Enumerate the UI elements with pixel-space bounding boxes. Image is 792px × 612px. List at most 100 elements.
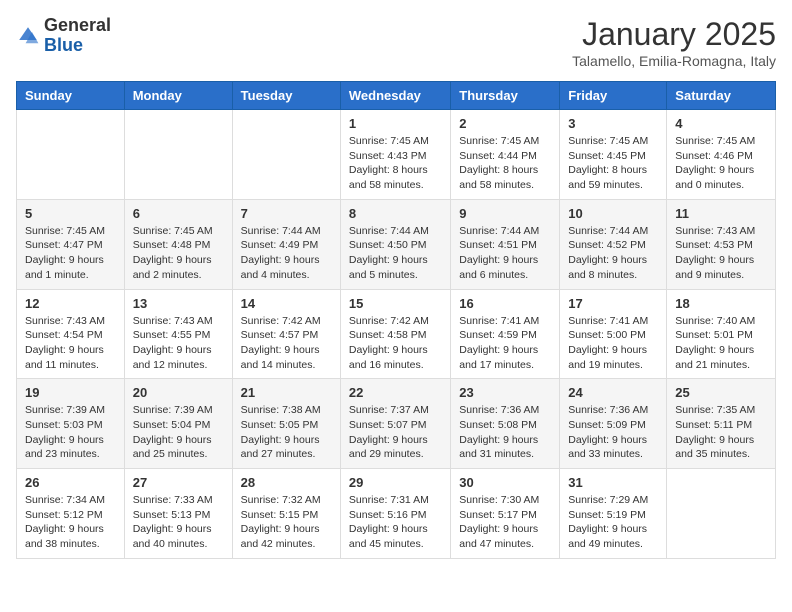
calendar-cell: 20 Sunrise: 7:39 AM Sunset: 5:04 PM Dayli…: [124, 379, 232, 469]
day-info: Sunrise: 7:37 AM Sunset: 5:07 PM Dayligh…: [349, 403, 442, 462]
day-number: 2: [459, 116, 551, 131]
calendar-cell: 31 Sunrise: 7:29 AM Sunset: 5:19 PM Dayli…: [560, 469, 667, 559]
calendar-cell: [232, 110, 340, 200]
day-number: 16: [459, 296, 551, 311]
calendar-cell: 10 Sunrise: 7:44 AM Sunset: 4:52 PM Dayli…: [560, 199, 667, 289]
day-number: 23: [459, 385, 551, 400]
calendar-cell: 13 Sunrise: 7:43 AM Sunset: 4:55 PM Dayli…: [124, 289, 232, 379]
day-info: Sunrise: 7:34 AM Sunset: 5:12 PM Dayligh…: [25, 493, 116, 552]
weekday-header-wednesday: Wednesday: [340, 82, 450, 110]
day-info: Sunrise: 7:30 AM Sunset: 5:17 PM Dayligh…: [459, 493, 551, 552]
calendar-cell: 25Sunrise: 7:35 AM Sunset: 5:11 PM Dayli…: [667, 379, 776, 469]
day-number: 22: [349, 385, 442, 400]
day-number: 20: [133, 385, 224, 400]
day-info: Sunrise: 7:42 AM Sunset: 4:57 PM Dayligh…: [241, 314, 332, 373]
calendar-cell: 18 Sunrise: 7:40 AM Sunset: 5:01 PM Dayli…: [667, 289, 776, 379]
calendar-cell: 17 Sunrise: 7:41 AM Sunset: 5:00 PM Dayli…: [560, 289, 667, 379]
day-info: Sunrise: 7:40 AM Sunset: 5:01 PM Dayligh…: [675, 314, 767, 373]
calendar-cell: 21 Sunrise: 7:38 AM Sunset: 5:05 PM Dayli…: [232, 379, 340, 469]
calendar-cell: 23 Sunrise: 7:36 AM Sunset: 5:08 PM Dayli…: [451, 379, 560, 469]
location-title: Talamello, Emilia-Romagna, Italy: [572, 53, 776, 69]
weekday-header-monday: Monday: [124, 82, 232, 110]
calendar-cell: 3Sunrise: 7:45 AM Sunset: 4:45 PM Daylig…: [560, 110, 667, 200]
day-info: Sunrise: 7:33 AM Sunset: 5:13 PM Dayligh…: [133, 493, 224, 552]
calendar-cell: 26 Sunrise: 7:34 AM Sunset: 5:12 PM Dayli…: [17, 469, 125, 559]
calendar-cell: 24 Sunrise: 7:36 AM Sunset: 5:09 PM Dayli…: [560, 379, 667, 469]
day-number: 9: [459, 206, 551, 221]
calendar-week-1: 1 Sunrise: 7:45 AM Sunset: 4:43 PM Daylig…: [17, 110, 776, 200]
weekday-header-thursday: Thursday: [451, 82, 560, 110]
calendar-cell: 14Sunrise: 7:42 AM Sunset: 4:57 PM Dayli…: [232, 289, 340, 379]
calendar-cell: 1 Sunrise: 7:45 AM Sunset: 4:43 PM Daylig…: [340, 110, 450, 200]
weekday-header-saturday: Saturday: [667, 82, 776, 110]
calendar-week-3: 12 Sunrise: 7:43 AM Sunset: 4:54 PM Dayli…: [17, 289, 776, 379]
day-info: Sunrise: 7:45 AM Sunset: 4:46 PM Dayligh…: [675, 134, 767, 193]
logo-icon: [16, 24, 40, 48]
day-number: 18: [675, 296, 767, 311]
calendar-cell: 11 Sunrise: 7:43 AM Sunset: 4:53 PM Dayli…: [667, 199, 776, 289]
calendar-cell: 19 Sunrise: 7:39 AM Sunset: 5:03 PM Dayli…: [17, 379, 125, 469]
day-info: Sunrise: 7:39 AM Sunset: 5:03 PM Dayligh…: [25, 403, 116, 462]
calendar-cell: 12 Sunrise: 7:43 AM Sunset: 4:54 PM Dayli…: [17, 289, 125, 379]
day-info: Sunrise: 7:45 AM Sunset: 4:43 PM Dayligh…: [349, 134, 442, 193]
day-info: Sunrise: 7:45 AM Sunset: 4:47 PM Dayligh…: [25, 224, 116, 283]
day-info: Sunrise: 7:45 AM Sunset: 4:48 PM Dayligh…: [133, 224, 224, 283]
calendar-cell: 30 Sunrise: 7:30 AM Sunset: 5:17 PM Dayli…: [451, 469, 560, 559]
calendar-week-4: 19 Sunrise: 7:39 AM Sunset: 5:03 PM Dayli…: [17, 379, 776, 469]
day-info: Sunrise: 7:43 AM Sunset: 4:53 PM Dayligh…: [675, 224, 767, 283]
logo-general-text: General: [44, 15, 111, 35]
day-info: Sunrise: 7:38 AM Sunset: 5:05 PM Dayligh…: [241, 403, 332, 462]
calendar-cell: 28Sunrise: 7:32 AM Sunset: 5:15 PM Dayli…: [232, 469, 340, 559]
day-number: 15: [349, 296, 442, 311]
day-number: 7: [241, 206, 332, 221]
day-number: 24: [568, 385, 658, 400]
day-number: 26: [25, 475, 116, 490]
weekday-header-tuesday: Tuesday: [232, 82, 340, 110]
day-number: 21: [241, 385, 332, 400]
day-info: Sunrise: 7:35 AM Sunset: 5:11 PM Dayligh…: [675, 403, 767, 462]
day-number: 10: [568, 206, 658, 221]
day-number: 8: [349, 206, 442, 221]
day-number: 1: [349, 116, 442, 131]
calendar-cell: 2 Sunrise: 7:45 AM Sunset: 4:44 PM Daylig…: [451, 110, 560, 200]
day-info: Sunrise: 7:45 AM Sunset: 4:44 PM Dayligh…: [459, 134, 551, 193]
calendar-cell: 22 Sunrise: 7:37 AM Sunset: 5:07 PM Dayli…: [340, 379, 450, 469]
logo: General Blue: [16, 16, 111, 56]
day-info: Sunrise: 7:44 AM Sunset: 4:52 PM Dayligh…: [568, 224, 658, 283]
day-number: 30: [459, 475, 551, 490]
logo-blue-text: Blue: [44, 35, 83, 55]
calendar-cell: 16Sunrise: 7:41 AM Sunset: 4:59 PM Dayli…: [451, 289, 560, 379]
logo-text: General Blue: [44, 16, 111, 56]
day-info: Sunrise: 7:31 AM Sunset: 5:16 PM Dayligh…: [349, 493, 442, 552]
day-number: 12: [25, 296, 116, 311]
day-number: 28: [241, 475, 332, 490]
calendar-week-2: 5 Sunrise: 7:45 AM Sunset: 4:47 PM Daylig…: [17, 199, 776, 289]
day-number: 17: [568, 296, 658, 311]
day-number: 4: [675, 116, 767, 131]
day-number: 3: [568, 116, 658, 131]
day-number: 11: [675, 206, 767, 221]
calendar-cell: 29Sunrise: 7:31 AM Sunset: 5:16 PM Dayli…: [340, 469, 450, 559]
calendar-cell: 5 Sunrise: 7:45 AM Sunset: 4:47 PM Daylig…: [17, 199, 125, 289]
day-info: Sunrise: 7:29 AM Sunset: 5:19 PM Dayligh…: [568, 493, 658, 552]
page-header: General Blue January 2025 Talamello, Emi…: [16, 16, 776, 69]
weekday-header-sunday: Sunday: [17, 82, 125, 110]
day-info: Sunrise: 7:43 AM Sunset: 4:55 PM Dayligh…: [133, 314, 224, 373]
day-number: 19: [25, 385, 116, 400]
title-section: January 2025 Talamello, Emilia-Romagna, …: [572, 16, 776, 69]
day-number: 31: [568, 475, 658, 490]
day-info: Sunrise: 7:36 AM Sunset: 5:08 PM Dayligh…: [459, 403, 551, 462]
calendar-cell: 9 Sunrise: 7:44 AM Sunset: 4:51 PM Daylig…: [451, 199, 560, 289]
day-info: Sunrise: 7:41 AM Sunset: 5:00 PM Dayligh…: [568, 314, 658, 373]
day-info: Sunrise: 7:39 AM Sunset: 5:04 PM Dayligh…: [133, 403, 224, 462]
day-number: 27: [133, 475, 224, 490]
day-number: 5: [25, 206, 116, 221]
weekday-header-friday: Friday: [560, 82, 667, 110]
weekday-header-row: SundayMondayTuesdayWednesdayThursdayFrid…: [17, 82, 776, 110]
day-number: 13: [133, 296, 224, 311]
day-info: Sunrise: 7:42 AM Sunset: 4:58 PM Dayligh…: [349, 314, 442, 373]
calendar-cell: [667, 469, 776, 559]
day-info: Sunrise: 7:36 AM Sunset: 5:09 PM Dayligh…: [568, 403, 658, 462]
day-info: Sunrise: 7:43 AM Sunset: 4:54 PM Dayligh…: [25, 314, 116, 373]
day-info: Sunrise: 7:44 AM Sunset: 4:51 PM Dayligh…: [459, 224, 551, 283]
